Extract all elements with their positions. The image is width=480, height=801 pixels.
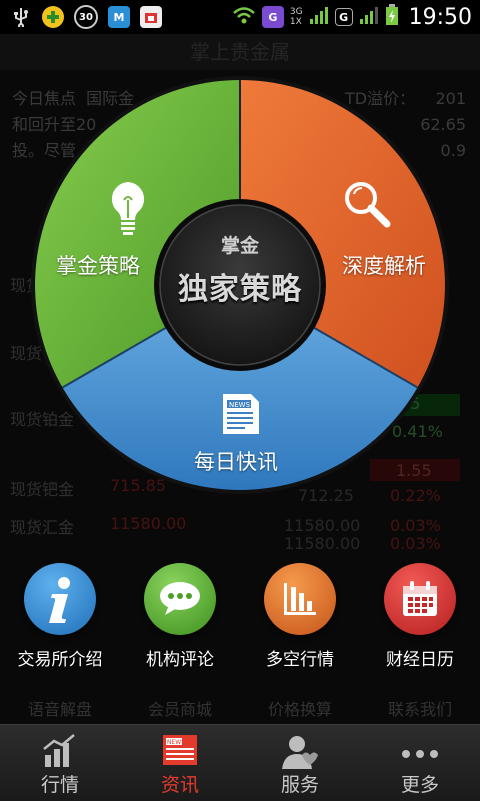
chat-bubble-icon: [144, 563, 216, 635]
status-bar: 30 M G 3G 1X G 19:50: [0, 0, 480, 34]
center-title-small: 掌金: [220, 235, 259, 257]
bar-chart-icon: [264, 563, 336, 635]
app-m-icon: M: [108, 6, 130, 28]
tab-service[interactable]: 服务: [240, 725, 360, 801]
add-green-icon: [42, 6, 64, 28]
tab-service-label: 服务: [280, 774, 319, 796]
tab-news-label: 资讯: [160, 774, 199, 796]
news-tab-icon: NEWS: [161, 733, 199, 773]
svg-text:NEWS: NEWS: [229, 401, 251, 409]
network-type: 3G 1X: [290, 7, 303, 27]
svg-text:NEWS: NEWS: [167, 739, 185, 746]
calendar-icon: [384, 563, 456, 635]
signal-bars-icon: [309, 5, 329, 29]
exchange-intro-label: 交易所介绍: [17, 650, 103, 670]
tab-more[interactable]: 更多: [360, 725, 480, 801]
network-3g-label: 3G: [289, 7, 303, 17]
badge-30-icon: 30: [74, 5, 98, 29]
usb-icon: [10, 6, 32, 28]
battery-charging-icon: [385, 4, 399, 30]
signal-bars-2-icon: [359, 5, 379, 29]
institution-review-button[interactable]: 机构评论: [120, 563, 240, 670]
more-dots-icon: [400, 745, 440, 764]
app-shop-icon: [140, 6, 162, 28]
network-1x-label: 1X: [289, 17, 302, 27]
quick-actions-row: 交易所介绍 机构评论 多空行情 财经日历: [0, 563, 480, 683]
market-chart-icon: [42, 733, 78, 773]
finance-calendar-label: 财经日历: [386, 650, 454, 670]
service-person-icon: [280, 733, 320, 775]
g-network-icon: G: [334, 8, 353, 26]
g-app-icon: G: [261, 6, 284, 28]
tab-market[interactable]: 行情: [0, 725, 120, 801]
info-icon: [24, 563, 96, 635]
center-title-large: 独家策略: [178, 272, 302, 307]
long-short-market-label: 多空行情: [266, 650, 334, 670]
segment-label-daily-news[interactable]: 每日快讯: [194, 446, 278, 476]
exchange-intro-button[interactable]: 交易所介绍: [0, 563, 120, 670]
tab-more-label: 更多: [400, 774, 439, 796]
long-short-market-button[interactable]: 多空行情: [240, 563, 360, 670]
institution-review-label: 机构评论: [146, 650, 214, 670]
tab-market-label: 行情: [40, 774, 79, 796]
finance-calendar-button[interactable]: 财经日历: [360, 563, 480, 670]
tab-news[interactable]: NEWS 资讯: [120, 725, 240, 801]
bottom-tab-bar: 行情 NEWS 资讯 服务 更多: [0, 724, 480, 801]
news-icon: NEWS: [223, 394, 259, 434]
wifi-icon: [232, 5, 256, 29]
clock: 19:50: [408, 4, 472, 30]
